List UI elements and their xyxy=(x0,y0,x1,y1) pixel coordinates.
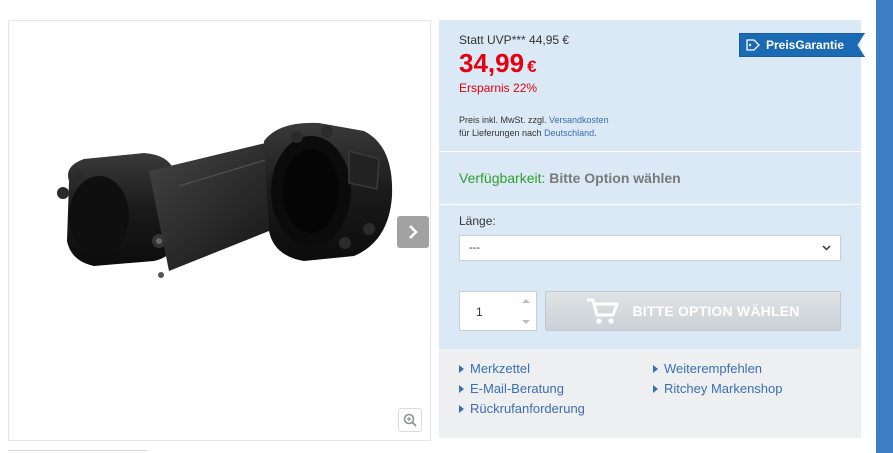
link-label: Weiterempfehlen xyxy=(664,361,763,376)
current-price: 34,99 € xyxy=(459,48,569,82)
callback-request-link[interactable]: Rückrufanforderung xyxy=(459,401,585,416)
link-label: E-Mail-Beratung xyxy=(470,381,564,396)
length-select-value: --- xyxy=(469,242,480,254)
caret-right-icon xyxy=(459,404,464,413)
tax-text-2: für Lieferungen nach xyxy=(459,128,545,138)
zoom-button[interactable] xyxy=(398,408,422,432)
chevron-right-icon xyxy=(409,225,418,239)
arrow-up-icon[interactable] xyxy=(519,296,533,306)
divider xyxy=(439,204,861,205)
tax-text-3: . xyxy=(594,128,597,138)
price-value: 34,99 xyxy=(459,48,525,78)
product-image-panel xyxy=(8,20,431,441)
wishlist-link[interactable]: Merkzettel xyxy=(459,361,530,376)
quantity-value[interactable]: 1 xyxy=(476,305,483,319)
price-area: Statt UVP*** 44,95 € 34,99 € Ersparnis 22… xyxy=(459,33,569,95)
caret-right-icon xyxy=(653,384,658,393)
action-links: Merkzettel E-Mail-Beratung Rückrufanford… xyxy=(439,349,861,438)
caret-right-icon xyxy=(459,364,464,373)
savings-text: Ersparnis 22% xyxy=(459,81,538,95)
quantity-stepper[interactable]: 1 xyxy=(459,291,537,331)
email-advice-link[interactable]: E-Mail-Beratung xyxy=(459,381,564,396)
tag-icon xyxy=(746,39,760,51)
uvp-price: Statt UVP*** 44,95 € xyxy=(459,33,570,47)
zoom-icon xyxy=(403,413,417,427)
link-label: Ritchey Markenshop xyxy=(664,381,783,396)
divider xyxy=(439,151,861,152)
arrow-down-icon[interactable] xyxy=(519,317,533,327)
price-currency: € xyxy=(527,57,537,76)
link-label: Merkzettel xyxy=(470,361,530,376)
product-detail-page: Statt UVP*** 44,95 € 34,99 € Ersparnis 22… xyxy=(0,0,893,453)
product-image[interactable] xyxy=(49,111,409,321)
tax-info: Preis inkl. MwSt. zzgl. Versandkosten fü… xyxy=(459,114,609,140)
price-guarantee-badge[interactable]: PreisGarantie xyxy=(739,33,865,57)
brand-shop-link[interactable]: Ritchey Markenshop xyxy=(653,381,783,396)
delivery-country-link[interactable]: Deutschland xyxy=(544,128,594,138)
caret-right-icon xyxy=(459,384,464,393)
badge-label: PreisGarantie xyxy=(766,38,845,52)
shipping-costs-link[interactable]: Versandkosten xyxy=(549,115,609,125)
cart-icon xyxy=(587,298,619,324)
length-label: Länge: xyxy=(459,214,496,228)
availability-value: Bitte Option wählen xyxy=(549,170,681,186)
chevron-down-icon xyxy=(822,245,831,251)
length-select[interactable]: --- xyxy=(459,235,841,261)
availability-label: Verfügbarkeit: xyxy=(459,170,546,186)
add-to-cart-button[interactable]: BITTE OPTION WÄHLEN xyxy=(545,291,841,331)
side-strip xyxy=(876,0,893,453)
tax-text-1: Preis inkl. MwSt. zzgl. xyxy=(459,115,550,125)
buy-box: Statt UVP*** 44,95 € 34,99 € Ersparnis 22… xyxy=(439,20,865,438)
availability: Verfügbarkeit: Bitte Option wählen xyxy=(459,170,681,186)
add-to-cart-label: BITTE OPTION WÄHLEN xyxy=(632,303,800,319)
caret-right-icon xyxy=(653,364,658,373)
slider-next-button[interactable] xyxy=(397,216,429,248)
link-label: Rückrufanforderung xyxy=(470,401,585,416)
recommend-link[interactable]: Weiterempfehlen xyxy=(653,361,762,376)
